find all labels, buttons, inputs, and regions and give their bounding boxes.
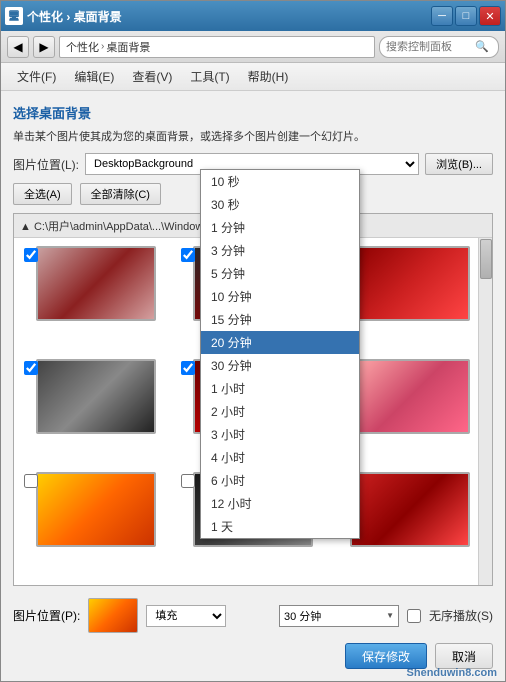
close-button[interactable]: ✕	[479, 6, 501, 26]
cancel-button[interactable]: 取消	[435, 643, 493, 669]
chevron-down-icon: ▼	[386, 611, 394, 620]
dropdown-item-4h[interactable]: 4 小时	[201, 446, 359, 469]
clear-all-button[interactable]: 全部清除(C)	[80, 183, 161, 205]
wallpaper-checkbox-1[interactable]	[24, 248, 38, 262]
section-title: 选择桌面背景	[13, 103, 493, 122]
interval-display[interactable]: 30 分钟 ▼	[279, 605, 399, 627]
dropdown-item-15m[interactable]: 15 分钟	[201, 308, 359, 331]
breadcrumb-separator: ›	[101, 41, 104, 52]
wallpaper-thumb-9[interactable]	[350, 472, 470, 547]
main-window: 🖥 个性化 › 桌面背景 ─ □ ✕ ◀ ▶ 个性化 › 桌面背景 🔍 文件(F…	[0, 0, 506, 682]
dropdown-item-5m[interactable]: 5 分钟	[201, 262, 359, 285]
dropdown-item-30m[interactable]: 30 分钟	[201, 354, 359, 377]
wallpaper-thumb-4[interactable]	[36, 359, 156, 434]
interval-value: 30 分钟	[284, 608, 321, 624]
bottom-buttons: 保存修改 取消	[13, 639, 493, 669]
dropdown-item-1d[interactable]: 1 天	[201, 515, 359, 538]
dropdown-item-20m[interactable]: 20 分钟	[201, 331, 359, 354]
location-label: 图片位置(L):	[13, 156, 79, 173]
save-button[interactable]: 保存修改	[345, 643, 427, 669]
breadcrumb[interactable]: 个性化 › 桌面背景	[59, 36, 375, 58]
dropdown-item-2h[interactable]: 2 小时	[201, 400, 359, 423]
wallpaper-scrollbar[interactable]	[478, 238, 492, 585]
dropdown-item-1m[interactable]: 1 分钟	[201, 216, 359, 239]
wallpaper-thumb-6[interactable]	[350, 359, 470, 434]
wallpaper-checkbox-4[interactable]	[24, 361, 38, 375]
wallpaper-checkbox-5[interactable]	[181, 361, 195, 375]
dropdown-item-10m[interactable]: 10 分钟	[201, 285, 359, 308]
list-item	[22, 472, 171, 577]
watermark: Shenduwin8.com	[407, 667, 497, 679]
section-desc: 单击某个图片使其成为您的桌面背景，或选择多个图片创建一个幻灯片。	[13, 130, 493, 145]
menu-file[interactable]: 文件(F)	[9, 66, 64, 87]
back-button[interactable]: ◀	[7, 36, 29, 58]
menu-bar: 文件(F) 编辑(E) 查看(V) 工具(T) 帮助(H)	[1, 63, 505, 91]
title-bar-left: 🖥 个性化 › 桌面背景	[5, 7, 122, 25]
window-icon: 🖥	[5, 7, 23, 25]
position-row: 图片位置(P): 填充 适应 拉伸 平铺 居中 30 分钟 ▼ 无序播放(S)	[13, 598, 493, 633]
list-item	[22, 359, 171, 464]
wallpaper-thumb-1[interactable]	[36, 246, 156, 321]
wallpaper-checkbox-8[interactable]	[181, 474, 195, 488]
dropdown-item-3h[interactable]: 3 小时	[201, 423, 359, 446]
position-preview	[88, 598, 138, 633]
search-input[interactable]	[386, 41, 471, 53]
select-all-button[interactable]: 全选(A)	[13, 183, 72, 205]
list-item	[22, 246, 171, 351]
dropdown-item-10s[interactable]: 10 秒	[201, 170, 359, 193]
dropdown-item-6h[interactable]: 6 小时	[201, 469, 359, 492]
window-title: 个性化 › 桌面背景	[27, 8, 122, 25]
scrollbar-thumb[interactable]	[480, 239, 492, 279]
dropdown-item-12h[interactable]: 12 小时	[201, 492, 359, 515]
shuffle-checkbox[interactable]	[407, 609, 421, 623]
forward-button[interactable]: ▶	[33, 36, 55, 58]
position-select[interactable]: 填充 适应 拉伸 平铺 居中	[146, 605, 226, 627]
dropdown-item-1h[interactable]: 1 小时	[201, 377, 359, 400]
wallpaper-thumb-3[interactable]	[350, 246, 470, 321]
minimize-button[interactable]: ─	[431, 6, 453, 26]
dropdown-item-3m[interactable]: 3 分钟	[201, 239, 359, 262]
breadcrumb-item-2: 桌面背景	[106, 39, 150, 55]
dropdown-item-30s[interactable]: 30 秒	[201, 193, 359, 216]
interval-dropdown[interactable]: 10 秒 30 秒 1 分钟 3 分钟 5 分钟 10 分钟 15 分钟 20 …	[200, 169, 360, 539]
browse-button[interactable]: 浏览(B)...	[425, 153, 493, 175]
menu-view[interactable]: 查看(V)	[124, 66, 180, 87]
search-box[interactable]: 🔍	[379, 36, 499, 58]
title-bar-controls: ─ □ ✕	[431, 6, 501, 26]
position-label: 图片位置(P):	[13, 607, 80, 624]
address-bar: ◀ ▶ 个性化 › 桌面背景 🔍	[1, 31, 505, 63]
maximize-button[interactable]: □	[455, 6, 477, 26]
bottom-area: 图片位置(P): 填充 适应 拉伸 平铺 居中 30 分钟 ▼ 无序播放(S)	[13, 594, 493, 669]
wallpaper-thumb-7[interactable]	[36, 472, 156, 547]
breadcrumb-item-1: 个性化	[66, 39, 99, 55]
wallpaper-checkbox-7[interactable]	[24, 474, 38, 488]
shuffle-label: 无序播放(S)	[429, 607, 493, 624]
menu-tools[interactable]: 工具(T)	[182, 66, 237, 87]
wallpaper-checkbox-2[interactable]	[181, 248, 195, 262]
search-icon: 🔍	[475, 40, 489, 53]
title-bar: 🖥 个性化 › 桌面背景 ─ □ ✕	[1, 1, 505, 31]
menu-help[interactable]: 帮助(H)	[240, 66, 297, 87]
menu-edit[interactable]: 编辑(E)	[66, 66, 122, 87]
